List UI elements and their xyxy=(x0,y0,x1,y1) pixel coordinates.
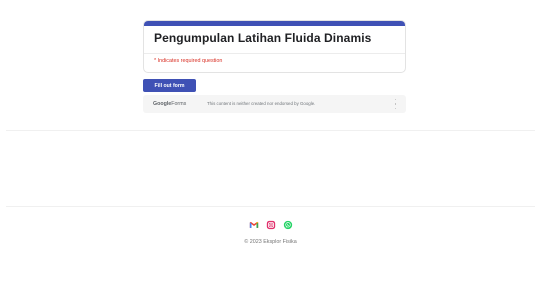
google-disclaimer: This content is neither created nor endo… xyxy=(207,101,316,106)
google-forms-logo-forms: Forms xyxy=(171,101,187,107)
instagram-icon[interactable] xyxy=(266,220,276,230)
section-divider-bottom xyxy=(6,206,535,207)
social-links xyxy=(0,220,541,230)
form-divider xyxy=(144,53,405,54)
whatsapp-icon[interactable] xyxy=(283,220,293,230)
required-question-note: * Indicates required question xyxy=(154,58,223,64)
fill-out-form-button[interactable]: Fill out form xyxy=(143,79,196,92)
form-accent-bar xyxy=(144,21,405,26)
google-forms-bar: GoogleForms This content is neither crea… xyxy=(143,95,406,113)
page: Pengumpulan Latihan Fluida Dinamis * Ind… xyxy=(0,0,541,297)
copyright-text: © 2023 Eksplor Fisika xyxy=(244,239,297,245)
google-forms-logo-google: Google xyxy=(153,101,172,107)
form-title: Pengumpulan Latihan Fluida Dinamis xyxy=(154,31,372,45)
section-divider-top xyxy=(6,130,535,131)
form-header-card: Pengumpulan Latihan Fluida Dinamis * Ind… xyxy=(143,20,406,73)
gmail-icon[interactable] xyxy=(249,220,259,230)
more-options-icon[interactable] xyxy=(394,99,397,109)
google-forms-logo[interactable]: GoogleForms xyxy=(153,101,186,107)
